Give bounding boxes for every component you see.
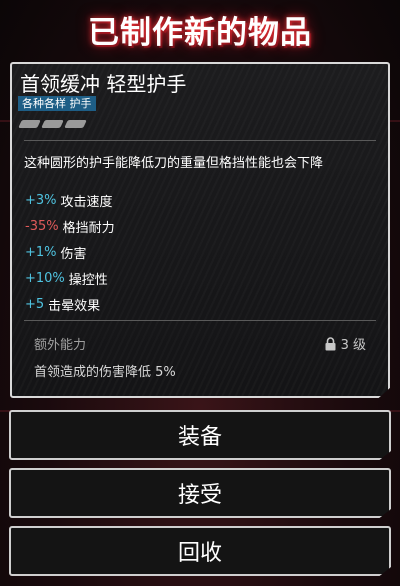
stat-label: 操控性 [68,272,108,288]
upgrade-pip-icon [64,120,87,128]
item-card: 首领缓冲 轻型护手 各种各样 护手 这种圆形的护手能降低刀的重量但格挡性能也会下… [10,62,390,398]
stat-row: -35% 格挡耐力 [25,213,115,239]
extra-ability-text: 首领造成的伤害降低 5% [34,365,176,380]
stats-list: +3% 攻击速度 -35% 格挡耐力 +1% 伤害 +10% 操控性 +5 击晕… [25,187,115,317]
stat-value: +10% [25,270,65,286]
accept-button[interactable]: 接受 [9,468,391,518]
stat-value: -35% [25,218,59,234]
extra-ability-title: 额外能力 [34,338,87,353]
stat-label: 击晕效果 [48,298,101,314]
divider [24,140,376,141]
recycle-button[interactable]: 回收 [9,526,391,576]
stat-row: +3% 攻击速度 [25,187,115,213]
stat-row: +5 击晕效果 [25,291,115,317]
divider [24,320,376,321]
item-name: 首领缓冲 轻型护手 [20,72,187,96]
stat-value: +3% [25,192,57,208]
upgrade-pip-icon [41,120,64,128]
stat-row: +1% 伤害 [25,239,115,265]
extra-ability-level: 3 级 [324,334,366,353]
stat-label: 伤害 [60,246,87,262]
lock-icon [325,336,336,350]
level-label: 3 级 [340,338,366,353]
item-category-tag: 各种各样 护手 [18,96,96,111]
stat-value: +5 [25,296,45,312]
page-title: 已制作新的物品 [88,14,312,51]
item-description: 这种圆形的护手能降低刀的重量但格挡性能也会下降 [24,156,324,171]
upgrade-pips [18,120,87,128]
stat-row: +10% 操控性 [25,265,115,291]
stat-label: 格挡耐力 [62,220,115,236]
upgrade-pip-icon [18,120,41,128]
stat-label: 攻击速度 [60,194,113,210]
equip-button[interactable]: 装备 [9,410,391,460]
stat-value: +1% [25,244,57,260]
header: 已制作新的物品 [0,0,400,58]
